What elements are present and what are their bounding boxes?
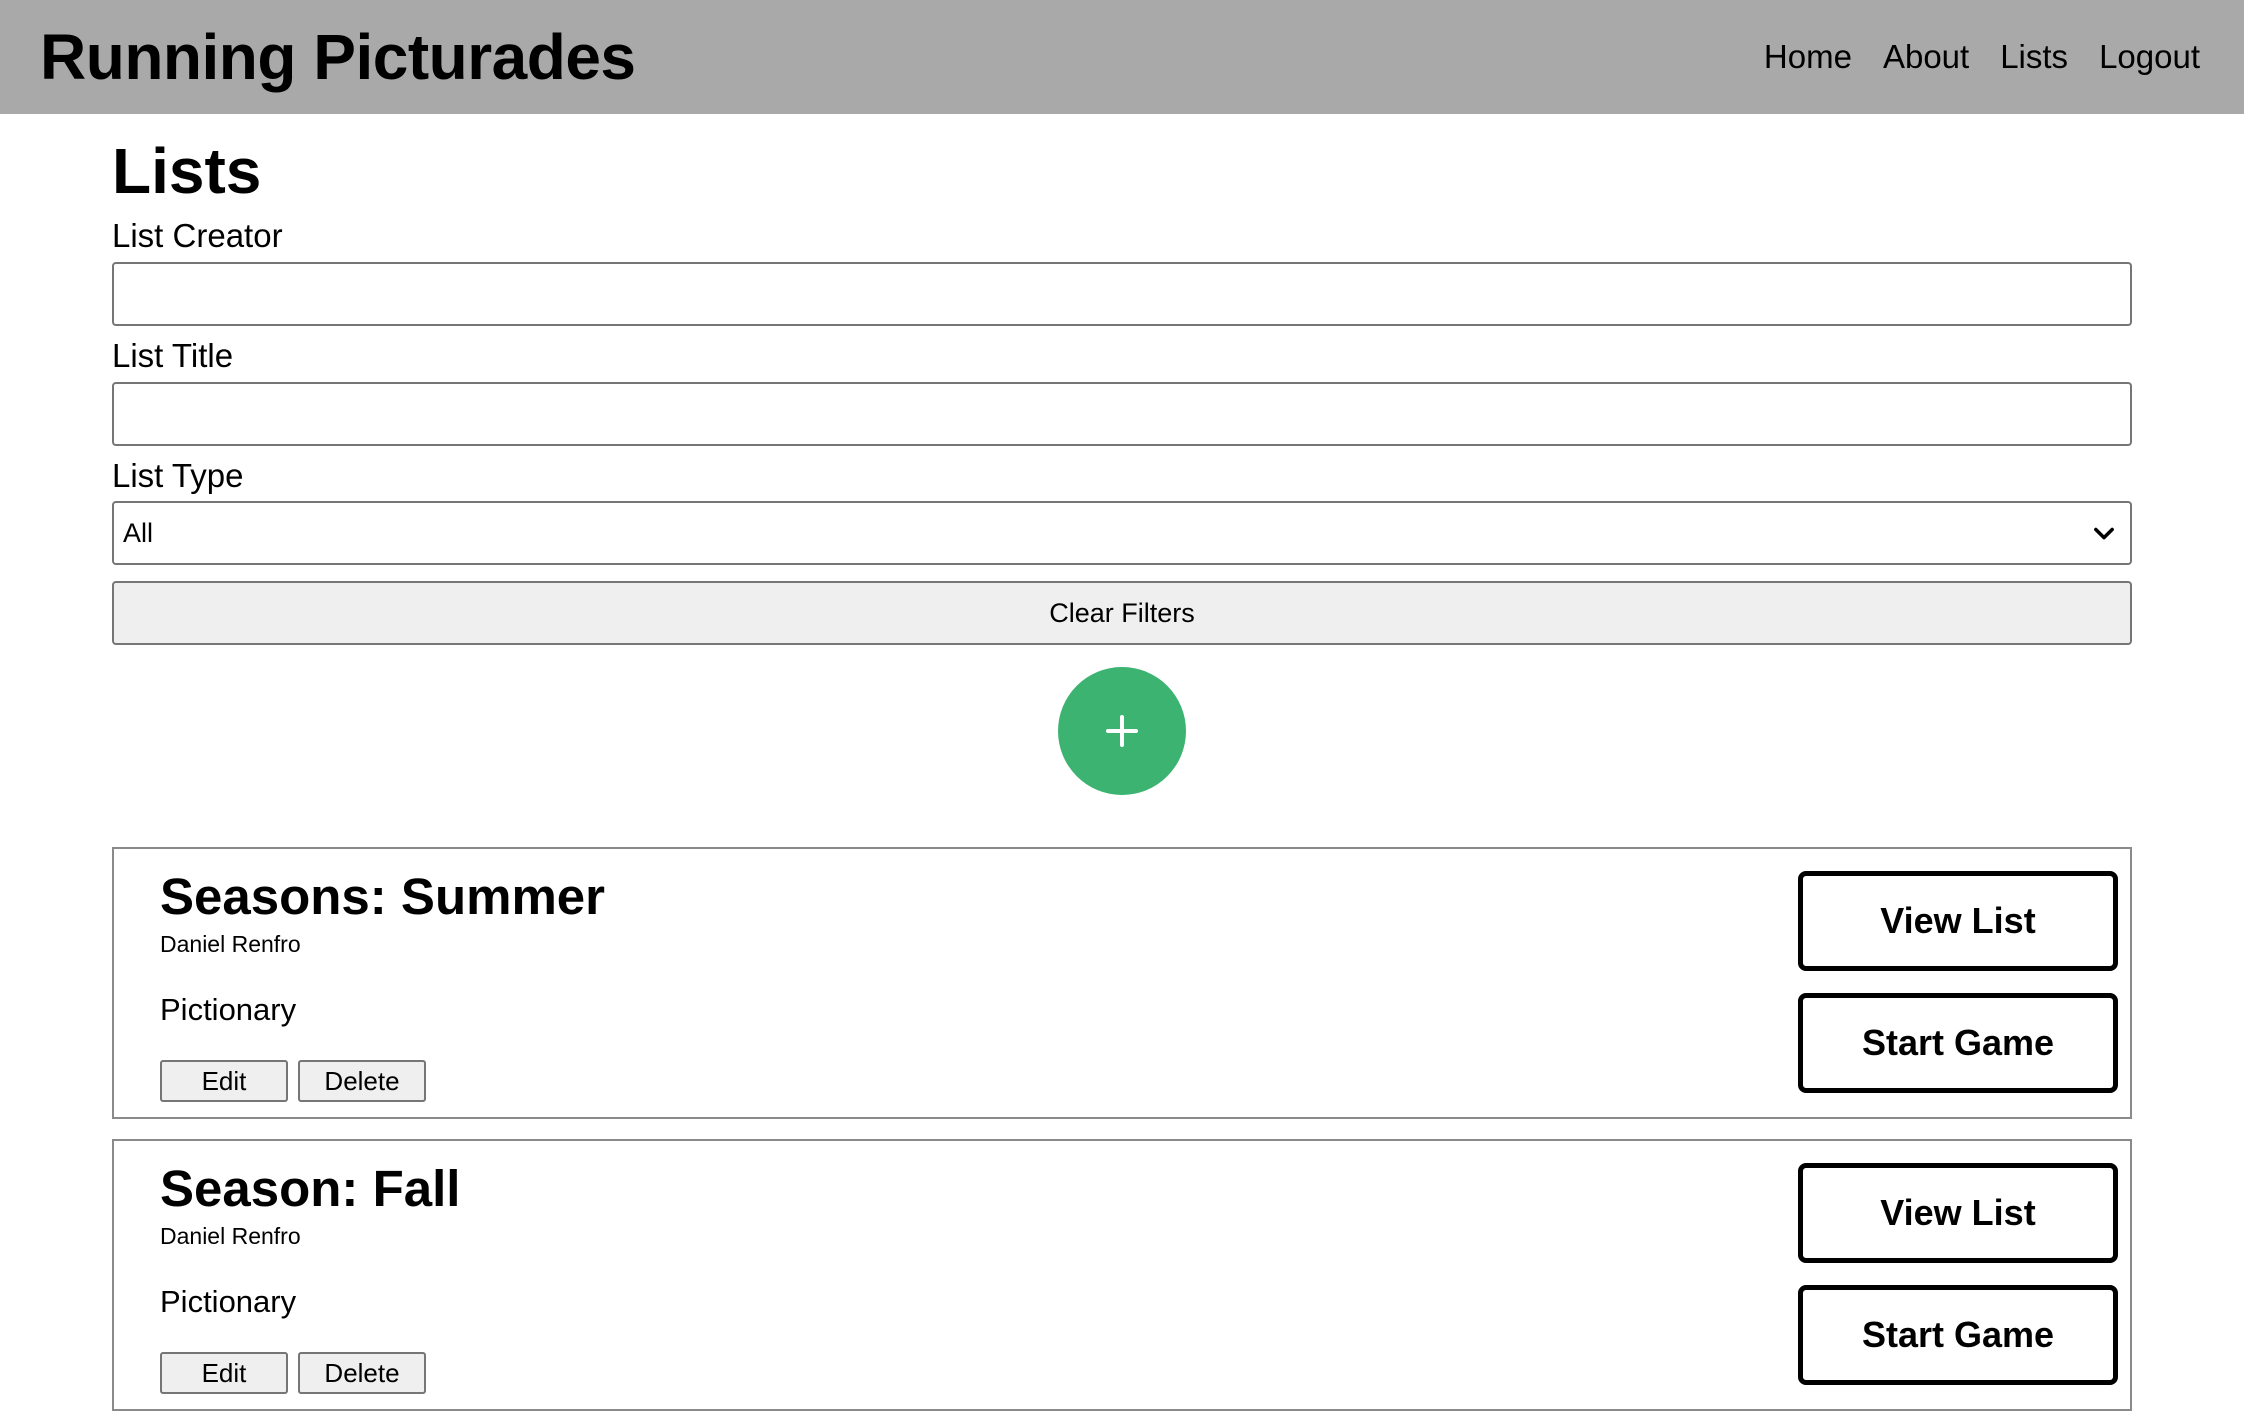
edit-list-button[interactable]: Edit [160,1352,288,1395]
list-type-selected-value: All [123,517,154,548]
nav-home-link[interactable]: Home [1764,38,1852,76]
list-card-primary-actions: View List Start Game [1798,871,2118,1094]
list-creator-input[interactable] [112,261,2132,326]
start-game-button[interactable]: Start Game [1798,1285,2118,1386]
list-type: Pictionary [160,1284,297,1320]
nav-about-link[interactable]: About [1883,38,1969,76]
nav-links: Home About Lists Logout [1764,38,2200,76]
list-card-info: Seasons: Summer Daniel Renfro Pictionary… [160,868,606,1103]
page-title: Lists [112,135,262,207]
list-title-label: List Title [112,336,234,374]
delete-list-button[interactable]: Delete [298,1352,426,1395]
delete-list-button[interactable]: Delete [298,1060,426,1103]
nav-logout-link[interactable]: Logout [2099,38,2200,76]
clear-filters-button[interactable]: Clear Filters [112,581,2132,646]
list-card-primary-actions: View List Start Game [1798,1163,2118,1386]
site-brand[interactable]: Running Picturades [40,20,636,94]
list-title: Seasons: Summer [160,868,606,926]
add-list-wrapper [112,667,2132,796]
list-type-label: List Type [112,456,244,494]
list-creator-label: List Creator [112,217,283,255]
list-card-info: Season: Fall Daniel Renfro Pictionary Ed… [160,1160,461,1395]
add-list-button[interactable] [1058,667,1186,796]
list-title: Season: Fall [160,1160,461,1218]
main-content: Lists List Creator List Title List Type … [112,114,2132,1411]
list-creator: Daniel Renfro [160,931,301,958]
start-game-button[interactable]: Start Game [1798,993,2118,1094]
view-list-button[interactable]: View List [1798,1163,2118,1264]
list-card-actions: Edit Delete [160,1060,605,1103]
list-card: Season: Fall Daniel Renfro Pictionary Ed… [112,1139,2132,1411]
view-list-button[interactable]: View List [1798,871,2118,972]
plus-icon [1106,715,1138,748]
list-type: Pictionary [160,992,297,1028]
nav-lists-link[interactable]: Lists [2000,38,2068,76]
list-card: Seasons: Summer Daniel Renfro Pictionary… [112,847,2132,1120]
list-card-actions: Edit Delete [160,1352,460,1395]
edit-list-button[interactable]: Edit [160,1060,288,1103]
chevron-down-icon [2094,527,2114,540]
list-type-select[interactable]: All [112,501,2132,566]
navbar: Running Picturades Home About Lists Logo… [0,0,2244,114]
list-title-input[interactable] [112,381,2132,446]
list-creator: Daniel Renfro [160,1223,301,1250]
